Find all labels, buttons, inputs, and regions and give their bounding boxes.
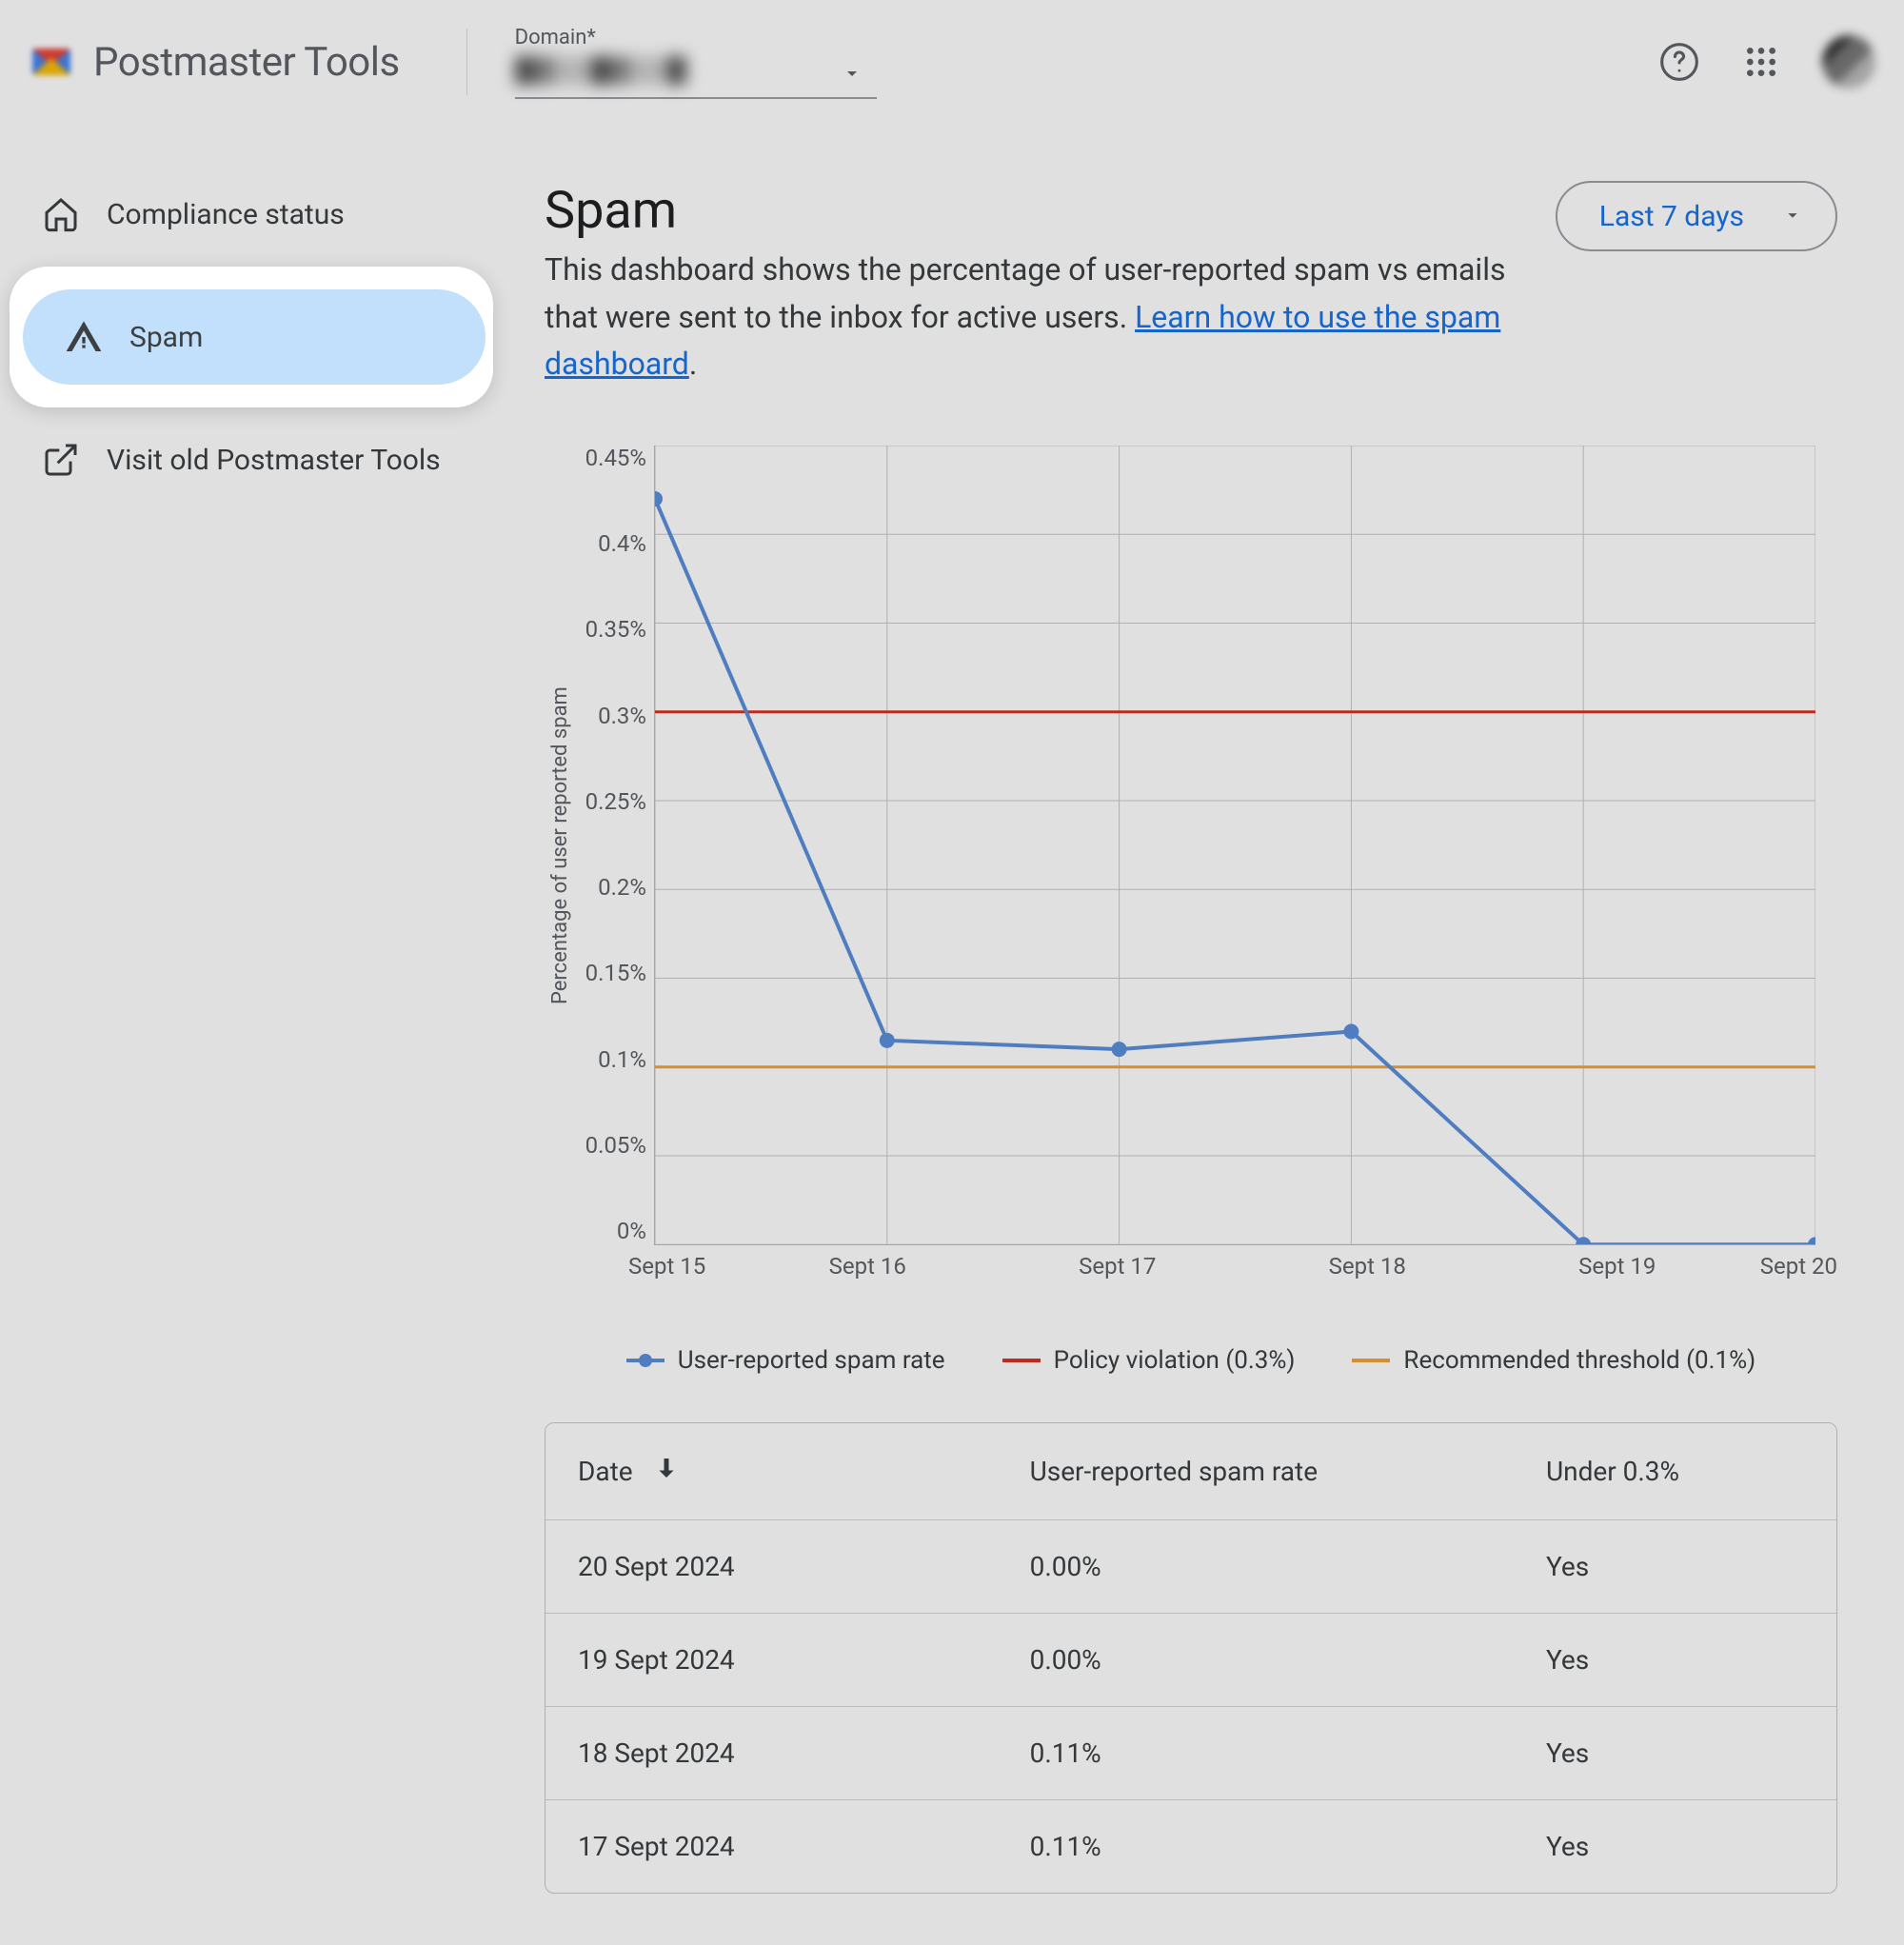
cell-under: Yes	[1514, 1519, 1836, 1613]
spam-table: Date User-reported spam rate Under 0.3% …	[545, 1422, 1837, 1894]
y-tick: 0.45%	[585, 446, 646, 472]
x-tick: Sept 16	[743, 1253, 993, 1280]
legend-swatch	[626, 1359, 664, 1362]
account-avatar[interactable]	[1822, 35, 1875, 89]
table-row: 20 Sept 20240.00%Yes	[545, 1519, 1836, 1613]
table-header-under[interactable]: Under 0.3%	[1514, 1423, 1836, 1520]
domain-value	[515, 53, 877, 88]
cell-rate: 0.11%	[998, 1706, 1514, 1799]
y-tick: 0%	[617, 1219, 646, 1245]
app-logo-icon	[29, 39, 74, 85]
apps-grid-icon[interactable]	[1740, 41, 1782, 83]
y-axis-label: Percentage of user reported spam	[545, 446, 572, 1245]
y-tick: 0.35%	[585, 617, 646, 644]
y-tick: 0.3%	[598, 704, 646, 730]
page-title: Spam	[545, 181, 1506, 241]
table-header-date[interactable]: Date	[545, 1423, 998, 1520]
cell-under: Yes	[1514, 1613, 1836, 1706]
cell-rate: 0.00%	[998, 1613, 1514, 1706]
cell-under: Yes	[1514, 1799, 1836, 1893]
table-row: 18 Sept 20240.11%Yes	[545, 1706, 1836, 1799]
sort-desc-icon	[652, 1454, 681, 1489]
legend-label: Recommended threshold (0.1%)	[1403, 1346, 1755, 1375]
sidebar: Compliance status Spam Visit old Postmas…	[0, 124, 506, 1894]
range-label: Last 7 days	[1599, 200, 1744, 233]
x-tick: Sept 20	[1742, 1253, 1837, 1280]
home-icon	[42, 195, 80, 233]
y-axis-ticks: 0.45% 0.4% 0.35% 0.3% 0.25% 0.2% 0.15% 0.1% 0.05…	[572, 446, 654, 1245]
y-tick: 0.05%	[585, 1133, 646, 1160]
chart-legend: User-reported spam rate Policy violation…	[545, 1346, 1837, 1375]
table-row: 17 Sept 20240.11%Yes	[545, 1799, 1836, 1893]
main-content: Spam This dashboard shows the percentage…	[506, 124, 1904, 1894]
app-header: Postmaster Tools Domain*	[0, 0, 1904, 124]
date-range-dropdown[interactable]: Last 7 days	[1556, 181, 1837, 251]
cell-date: 20 Sept 2024	[545, 1519, 998, 1613]
legend-swatch	[1352, 1359, 1390, 1362]
domain-select[interactable]: Domain*	[515, 26, 877, 99]
domain-value-redacted	[515, 56, 686, 85]
nav-item-label: Visit old Postmaster Tools	[107, 444, 441, 477]
nav-highlight: Spam	[10, 267, 493, 407]
th-label: Date	[578, 1456, 633, 1487]
y-tick: 0.1%	[598, 1047, 646, 1074]
y-tick: 0.15%	[585, 961, 646, 987]
external-link-icon	[42, 441, 80, 479]
dropdown-caret-icon	[1782, 200, 1803, 233]
nav-visit-old[interactable]: Visit old Postmaster Tools	[0, 407, 487, 512]
nav-item-label: Compliance status	[107, 198, 345, 231]
x-tick: Sept 19	[1493, 1253, 1743, 1280]
legend-item-threshold: Recommended threshold (0.1%)	[1352, 1346, 1755, 1375]
legend-item-spam-rate: User-reported spam rate	[626, 1346, 945, 1375]
logo-wrap: Postmaster Tools	[29, 39, 400, 86]
spam-chart: Percentage of user reported spam 0.45%0.…	[545, 446, 1837, 1245]
warning-triangle-icon	[65, 318, 103, 356]
nav-spam[interactable]: Spam	[23, 289, 486, 385]
x-tick: Sept 15	[628, 1253, 743, 1280]
legend-label: Policy violation (0.3%)	[1054, 1346, 1296, 1375]
x-axis-ticks: Sept 15Sept 16Sept 17Sept 18Sept 19Sept …	[676, 1253, 1837, 1280]
table-row: 19 Sept 20240.00%Yes	[545, 1613, 1836, 1706]
cell-date: 19 Sept 2024	[545, 1613, 998, 1706]
cell-date: 18 Sept 2024	[545, 1706, 998, 1799]
table-header-rate[interactable]: User-reported spam rate	[998, 1423, 1514, 1520]
help-icon[interactable]	[1658, 41, 1700, 83]
page-description: This dashboard shows the percentage of u…	[545, 247, 1506, 388]
domain-label: Domain*	[515, 26, 877, 50]
cell-rate: 0.00%	[998, 1519, 1514, 1613]
desc-suffix: .	[689, 346, 697, 382]
legend-swatch	[1002, 1359, 1041, 1362]
legend-item-policy: Policy violation (0.3%)	[1002, 1346, 1296, 1375]
legend-label: User-reported spam rate	[678, 1346, 945, 1375]
header-divider	[466, 29, 467, 95]
table-header-row: Date User-reported spam rate Under 0.3%	[545, 1423, 1836, 1520]
cell-under: Yes	[1514, 1706, 1836, 1799]
nav-item-label: Spam	[129, 321, 203, 354]
chart-plot-area	[654, 446, 1815, 1245]
x-tick: Sept 18	[1242, 1253, 1493, 1280]
y-tick: 0.4%	[598, 531, 646, 558]
cell-rate: 0.11%	[998, 1799, 1514, 1893]
x-tick: Sept 17	[993, 1253, 1243, 1280]
y-tick: 0.2%	[598, 875, 646, 902]
cell-date: 17 Sept 2024	[545, 1799, 998, 1893]
y-tick: 0.25%	[585, 789, 646, 816]
dropdown-caret-icon	[841, 62, 863, 91]
nav-compliance-status[interactable]: Compliance status	[0, 162, 487, 267]
app-title: Postmaster Tools	[93, 39, 400, 86]
